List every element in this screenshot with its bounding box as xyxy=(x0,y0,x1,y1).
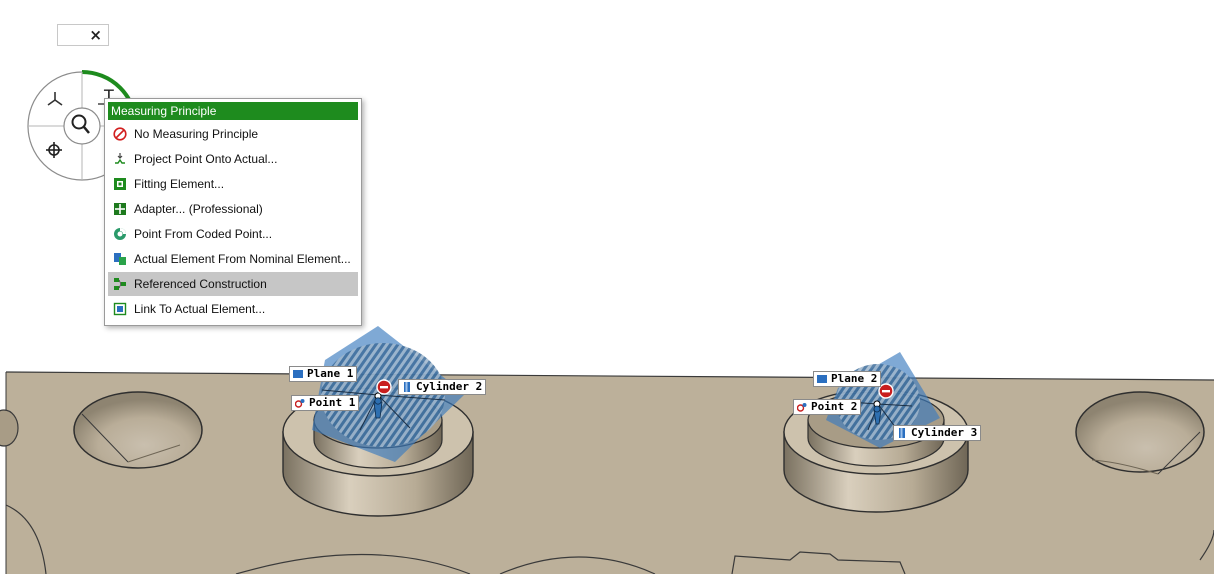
fitting-element-icon xyxy=(114,178,126,190)
menu-item-label: Fitting Element... xyxy=(134,177,225,191)
label-text: Point 1 xyxy=(309,396,356,409)
cylinder-icon xyxy=(404,382,410,392)
point-icon xyxy=(295,399,305,408)
cylinder-icon xyxy=(899,428,905,438)
label-plane-2[interactable]: Plane 2 xyxy=(813,371,882,387)
coded-point-icon xyxy=(114,228,126,240)
label-point-1[interactable]: Point 1 xyxy=(291,395,360,411)
close-icon[interactable]: × xyxy=(89,26,102,44)
menu-item-label: Project Point Onto Actual... xyxy=(134,152,278,166)
menu-item-label: Adapter... (Professional) xyxy=(134,202,263,216)
label-text: Cylinder 2 xyxy=(416,380,483,393)
menu-item-label: Point From Coded Point... xyxy=(134,227,273,241)
link-element-icon xyxy=(113,302,127,316)
no-entry-marker-icon[interactable] xyxy=(376,379,392,395)
countersunk-hole-2[interactable] xyxy=(73,391,203,469)
toolbar-close-box: × xyxy=(57,24,109,46)
actual-element-icon xyxy=(114,253,126,265)
label-point-2[interactable]: Point 2 xyxy=(793,399,862,415)
label-text: Point 2 xyxy=(811,400,858,413)
menu-item-adapter[interactable]: Adapter... (Professional) xyxy=(108,197,358,221)
menu-item-label: Referenced Construction xyxy=(134,277,267,291)
label-text: Plane 2 xyxy=(831,372,878,385)
point-icon xyxy=(797,403,807,412)
label-text: Plane 1 xyxy=(307,367,354,380)
plane-icon xyxy=(293,370,303,378)
menu-item-label: No Measuring Principle xyxy=(134,127,259,141)
label-cylinder-3[interactable]: Cylinder 3 xyxy=(893,425,982,441)
measuring-principle-menu: Measuring Principle No Measuring Princip… xyxy=(104,98,362,326)
menu-item-referenced-construction[interactable]: Referenced Construction xyxy=(108,272,358,296)
menu-item-label: Link To Actual Element... xyxy=(134,302,266,316)
adapter-icon xyxy=(114,203,126,215)
menu-header: Measuring Principle xyxy=(108,102,358,120)
label-plane-1[interactable]: Plane 1 xyxy=(289,366,358,382)
menu-item-label: Actual Element From Nominal Element... xyxy=(134,252,351,266)
menu-item-project-point[interactable]: Project Point Onto Actual... xyxy=(108,147,358,171)
menu-item-link-to-actual[interactable]: Link To Actual Element... xyxy=(108,297,358,321)
menu-item-actual-from-nominal[interactable]: Actual Element From Nominal Element... xyxy=(108,247,358,271)
menu-item-fitting-element[interactable]: Fitting Element... xyxy=(108,172,358,196)
menu-item-point-from-coded-point[interactable]: Point From Coded Point... xyxy=(108,222,358,246)
label-text: Cylinder 3 xyxy=(911,426,978,439)
label-cylinder-2[interactable]: Cylinder 2 xyxy=(398,379,487,395)
project-point-icon xyxy=(115,153,125,164)
part-body[interactable] xyxy=(5,371,1214,574)
plane-icon xyxy=(817,375,827,383)
menu-item-no-measuring-principle[interactable]: No Measuring Principle xyxy=(108,122,358,146)
referenced-construction-icon xyxy=(114,278,126,290)
no-entry-icon xyxy=(113,127,127,141)
